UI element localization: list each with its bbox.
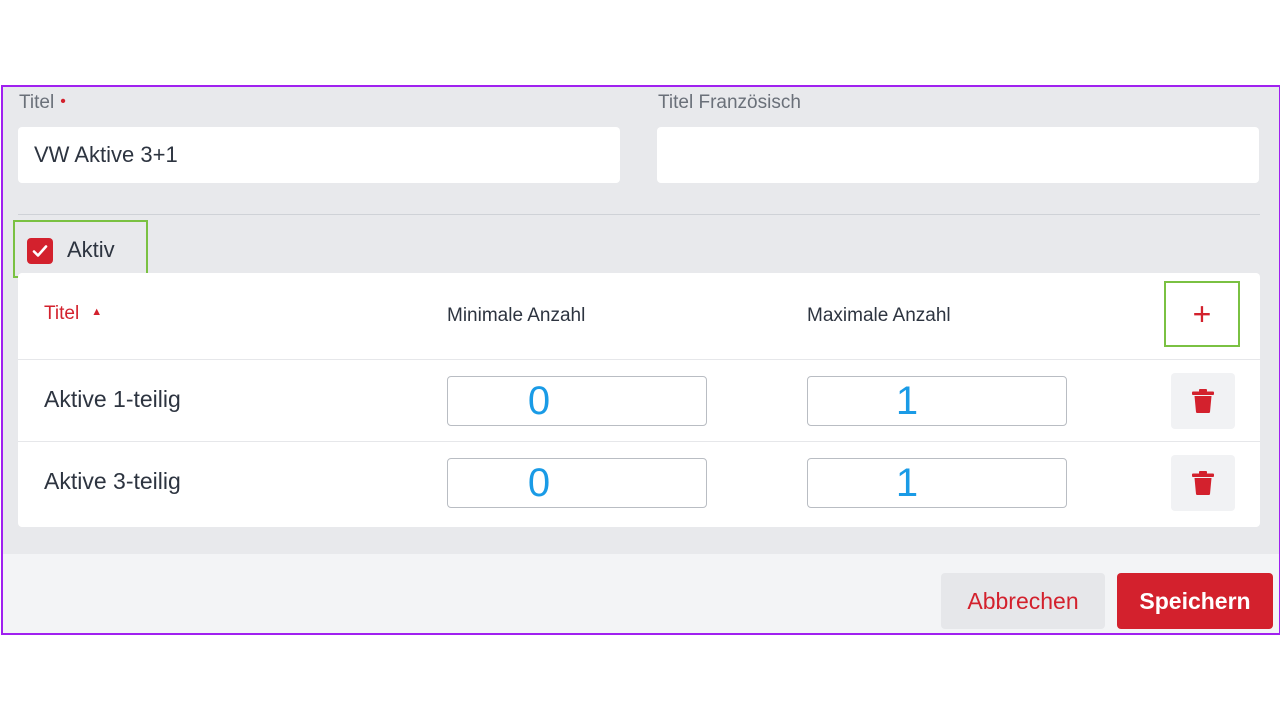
sort-ascending-icon: ▲ bbox=[91, 306, 103, 318]
max-count-input[interactable]: 1 bbox=[807, 458, 1067, 508]
aktiv-checkbox[interactable] bbox=[27, 238, 53, 264]
min-count-value: 0 bbox=[527, 460, 551, 505]
check-icon bbox=[32, 245, 48, 257]
save-button[interactable]: Speichern bbox=[1117, 573, 1273, 629]
title-fr-input[interactable] bbox=[657, 127, 1259, 183]
required-marker: • bbox=[60, 93, 66, 110]
trash-icon bbox=[1192, 471, 1214, 495]
components-table: Titel ▲ Minimale Anzahl Maximale Anzahl +… bbox=[18, 273, 1260, 527]
section-divider bbox=[18, 214, 1260, 215]
delete-row-button[interactable] bbox=[1171, 373, 1235, 429]
add-row-button[interactable]: + bbox=[1164, 281, 1240, 347]
column-header-title-text: Titel bbox=[44, 303, 80, 324]
title-fr-label: Titel Französisch bbox=[658, 92, 801, 113]
max-count-input[interactable]: 1 bbox=[807, 376, 1067, 426]
min-count-input[interactable]: 0 bbox=[447, 458, 707, 508]
title-input-value: VW Aktive 3+1 bbox=[34, 142, 178, 167]
plus-icon: + bbox=[1192, 295, 1212, 332]
title-input[interactable]: VW Aktive 3+1 bbox=[18, 127, 620, 183]
title-label: Titel • bbox=[19, 92, 66, 114]
cancel-button[interactable]: Abbrechen bbox=[941, 573, 1105, 629]
column-header-title[interactable]: Titel ▲ bbox=[44, 303, 102, 325]
dialog-frame: Titel • VW Aktive 3+1 Titel Französisch A… bbox=[1, 85, 1280, 635]
delete-row-button[interactable] bbox=[1171, 455, 1235, 511]
column-header-min: Minimale Anzahl bbox=[447, 305, 586, 326]
row-title: Aktive 3-teilig bbox=[44, 468, 181, 494]
min-count-value: 0 bbox=[527, 378, 551, 423]
dialog-footer: Abbrechen Speichern bbox=[3, 554, 1279, 633]
table-row: Aktive 3-teilig 0 1 bbox=[18, 441, 1260, 524]
aktiv-label: Aktiv bbox=[67, 237, 115, 262]
max-count-value: 1 bbox=[895, 378, 919, 423]
max-count-value: 1 bbox=[895, 460, 919, 505]
min-count-input[interactable]: 0 bbox=[447, 376, 707, 426]
table-row: Aktive 1-teilig 0 1 bbox=[18, 359, 1260, 442]
aktiv-checkbox-group[interactable]: Aktiv bbox=[13, 220, 148, 278]
column-header-max: Maximale Anzahl bbox=[807, 305, 951, 326]
trash-icon bbox=[1192, 389, 1214, 413]
title-label-text: Titel bbox=[19, 92, 55, 113]
row-title: Aktive 1-teilig bbox=[44, 386, 181, 412]
